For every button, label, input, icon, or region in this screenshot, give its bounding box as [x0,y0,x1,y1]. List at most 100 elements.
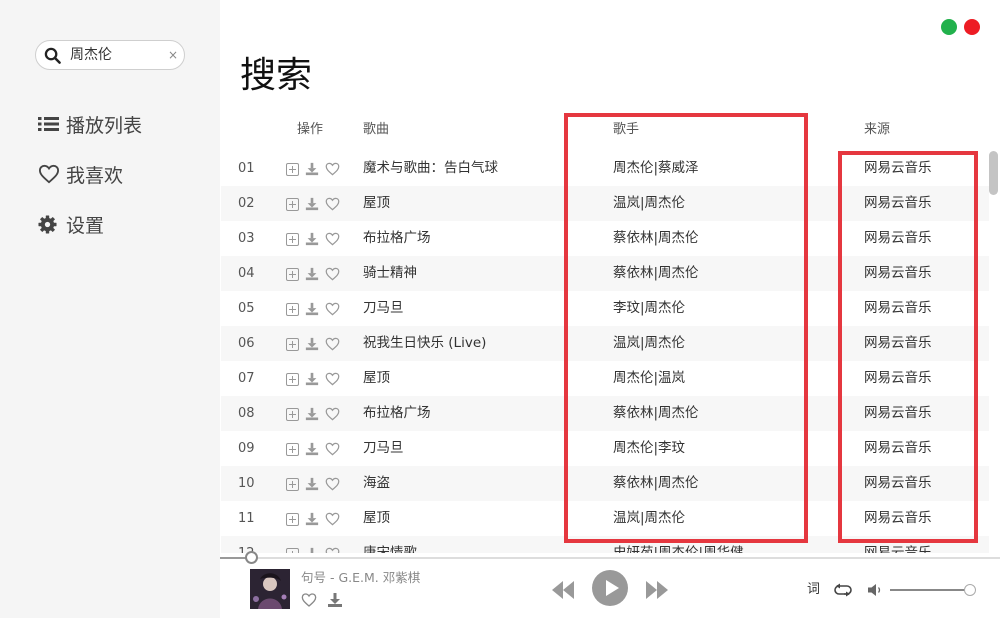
track-number: 04 [238,266,255,281]
track-title[interactable]: 屋顶 [363,195,390,212]
sidebar-item-playlist[interactable]: 播放列表 [38,111,142,137]
track-title[interactable]: 屋顶 [363,510,390,527]
track-artist[interactable]: 史妍苑|周杰伦|周华健 [613,545,744,553]
like-icon[interactable] [324,476,340,492]
like-icon[interactable] [324,546,340,553]
track-actions [284,406,340,422]
download-icon[interactable] [304,196,320,212]
sidebar-item-label: 我喜欢 [66,164,124,187]
track-title[interactable]: 海盗 [363,475,390,492]
sidebar-item-label: 设置 [66,214,105,237]
track-number: 05 [238,301,255,316]
download-icon[interactable] [304,371,320,387]
track-number: 02 [238,196,255,211]
volume-handle[interactable] [964,584,976,596]
track-number: 06 [238,336,255,351]
download-icon[interactable] [304,511,320,527]
download-icon[interactable] [304,546,320,553]
track-title[interactable]: 屋顶 [363,370,390,387]
scrollbar-thumb[interactable] [989,151,998,195]
progress-track[interactable] [220,557,1000,559]
track-title[interactable]: 魔术与歌曲：告白气球 [363,160,498,177]
track-number: 01 [238,161,255,176]
column-header-ops: 操作 [297,122,324,137]
add-to-playlist-icon[interactable] [284,476,300,492]
track-number: 09 [238,441,255,456]
lyrics-button[interactable]: 词 [807,582,820,598]
like-icon[interactable] [324,196,340,212]
like-icon[interactable] [324,266,340,282]
track-title[interactable]: 骑士精神 [363,265,417,282]
column-header-source[interactable]: 来源 [864,122,890,138]
track-actions [284,161,340,177]
column-header-song[interactable]: 歌曲 [363,122,389,138]
track-title[interactable]: 刀马旦 [363,440,404,457]
track-title[interactable]: 布拉格广场 [363,405,431,422]
search-value[interactable]: 周杰伦 [70,46,112,64]
add-to-playlist-icon[interactable] [284,546,300,553]
like-icon[interactable] [324,161,340,177]
volume-icon[interactable] [867,582,883,598]
scrollbar[interactable] [988,151,998,551]
like-icon[interactable] [324,371,340,387]
add-to-playlist-icon[interactable] [284,371,300,387]
clear-search-icon[interactable]: × [168,47,178,63]
download-icon[interactable] [304,266,320,282]
download-icon[interactable] [304,336,320,352]
sidebar-item-settings[interactable]: 设置 [38,211,104,237]
add-to-playlist-icon[interactable] [284,336,300,352]
close-button[interactable] [964,19,980,35]
add-to-playlist-icon[interactable] [284,406,300,422]
add-to-playlist-icon[interactable] [284,266,300,282]
search-input[interactable]: 周杰伦 × [35,40,185,70]
app-window: 周杰伦 × 播放列表 我喜欢 设置 搜索 操作 歌曲 歌手 来源 01 魔术与歌… [0,0,1000,618]
download-icon[interactable] [304,476,320,492]
add-to-playlist-icon[interactable] [284,441,300,457]
search-icon [44,47,61,64]
download-icon[interactable] [304,231,320,247]
heart-icon [38,163,62,185]
track-actions [284,196,340,212]
artist-column-highlight [564,113,808,543]
track-title[interactable]: 唐宋情歌 [363,545,417,553]
add-to-playlist-icon[interactable] [284,511,300,527]
album-cover[interactable] [250,569,290,609]
like-icon[interactable] [301,592,317,608]
track-number: 03 [238,231,255,246]
track-title[interactable]: 刀马旦 [363,300,404,317]
like-icon[interactable] [324,231,340,247]
track-actions [284,266,340,282]
track-number: 07 [238,371,255,386]
add-to-playlist-icon[interactable] [284,196,300,212]
maximize-button[interactable] [941,19,957,35]
play-button[interactable] [592,570,628,606]
track-number: 10 [238,476,255,491]
now-playing-title: 句号 - G.E.M. 邓紫棋 [301,570,421,585]
like-icon[interactable] [324,441,340,457]
like-icon[interactable] [324,406,340,422]
like-icon[interactable] [324,511,340,527]
add-to-playlist-icon[interactable] [284,301,300,317]
like-icon[interactable] [324,336,340,352]
loop-icon[interactable] [833,582,853,598]
next-icon[interactable] [645,579,669,601]
track-title[interactable]: 布拉格广场 [363,230,431,247]
previous-icon[interactable] [551,579,575,601]
add-to-playlist-icon[interactable] [284,161,300,177]
track-title[interactable]: 祝我生日快乐 (Live) [363,335,486,352]
track-source: 网易云音乐 [864,545,932,553]
like-icon[interactable] [324,301,340,317]
volume-slider[interactable] [890,589,974,591]
sidebar: 周杰伦 × 播放列表 我喜欢 设置 [0,0,220,618]
download-icon[interactable] [304,301,320,317]
track-actions [284,231,340,247]
download-icon[interactable] [304,406,320,422]
progress-handle[interactable] [245,551,258,564]
download-icon[interactable] [304,161,320,177]
download-icon[interactable] [327,592,343,608]
track-actions [284,441,340,457]
source-column-highlight [838,151,978,543]
sidebar-item-favorites[interactable]: 我喜欢 [38,161,123,187]
add-to-playlist-icon[interactable] [284,231,300,247]
download-icon[interactable] [304,441,320,457]
